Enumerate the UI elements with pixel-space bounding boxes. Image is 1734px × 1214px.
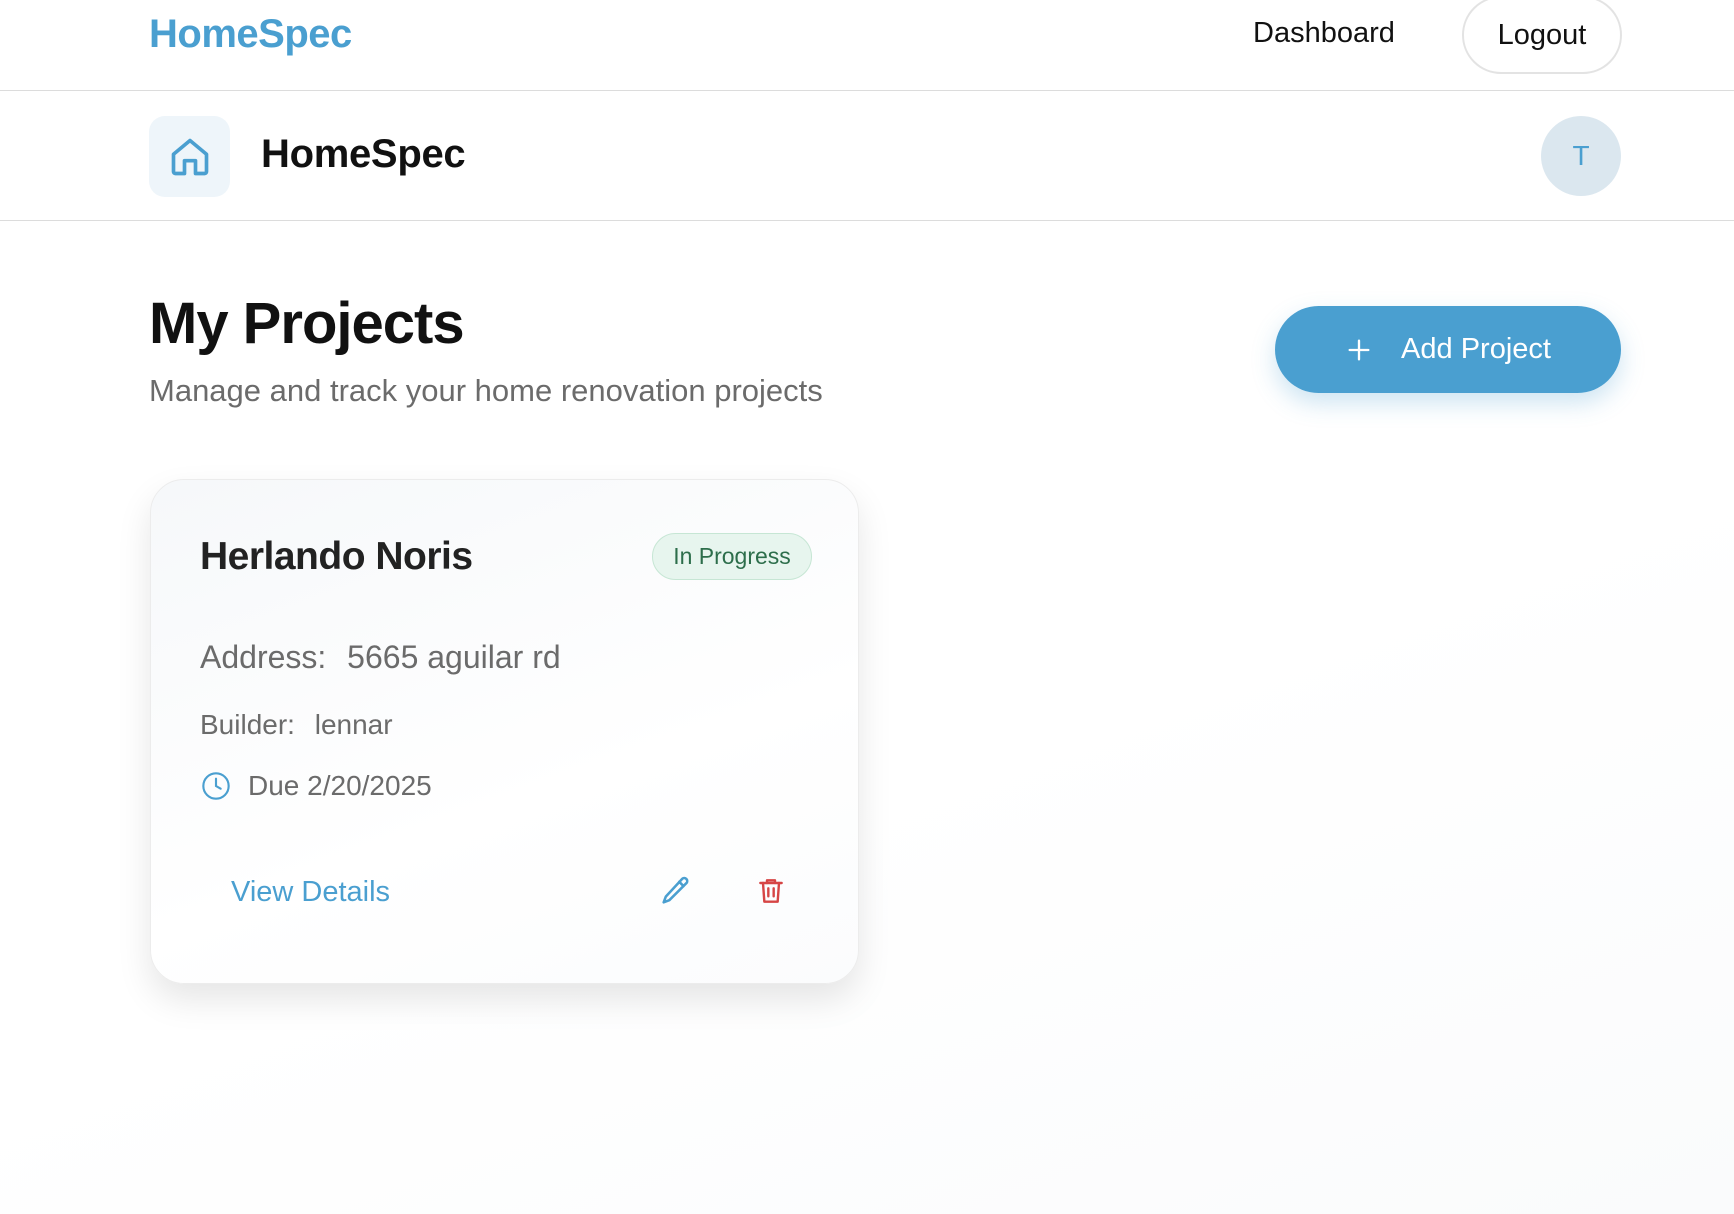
add-project-button[interactable]: Add Project	[1275, 306, 1621, 393]
clock-icon	[202, 772, 230, 800]
page-title: My Projects	[149, 291, 465, 356]
due-date: Due 2/20/2025	[248, 770, 432, 801]
project-address-row: Address: 5665 aguilar rd	[200, 639, 561, 676]
project-builder-row: Builder: lennar	[200, 709, 393, 741]
home-icon-tile[interactable]	[149, 116, 230, 197]
project-due-row: Due 2/20/2025	[200, 770, 432, 802]
trash-icon	[759, 879, 783, 903]
nav-link-dashboard[interactable]: Dashboard	[1253, 17, 1395, 50]
edit-project-button[interactable]	[650, 866, 700, 916]
user-avatar[interactable]: T	[1541, 116, 1621, 196]
project-card: Herlando Noris In Progress Address: 5665…	[150, 479, 859, 984]
home-icon	[171, 138, 208, 175]
app-header: HomeSpec T	[0, 92, 1734, 221]
page-subtitle: Manage and track your home renovation pr…	[149, 373, 823, 408]
builder-value: lennar	[314, 709, 393, 740]
view-details-link[interactable]: View Details	[231, 876, 390, 909]
pencil-icon	[662, 876, 689, 904]
logout-button[interactable]: Logout	[1462, 0, 1622, 74]
plus-icon	[1345, 336, 1373, 364]
status-badge: In Progress	[652, 533, 812, 580]
address-label: Address:	[200, 639, 327, 675]
delete-project-button[interactable]	[746, 866, 796, 916]
address-value: 5665 aguilar rd	[347, 639, 561, 675]
project-name: Herlando Noris	[200, 535, 473, 578]
add-project-label: Add Project	[1401, 333, 1551, 365]
brand-logo-text[interactable]: HomeSpec	[149, 12, 352, 57]
top-nav: HomeSpec Dashboard Logout	[0, 0, 1734, 91]
app-title: HomeSpec	[261, 132, 466, 176]
builder-label: Builder:	[200, 709, 295, 740]
